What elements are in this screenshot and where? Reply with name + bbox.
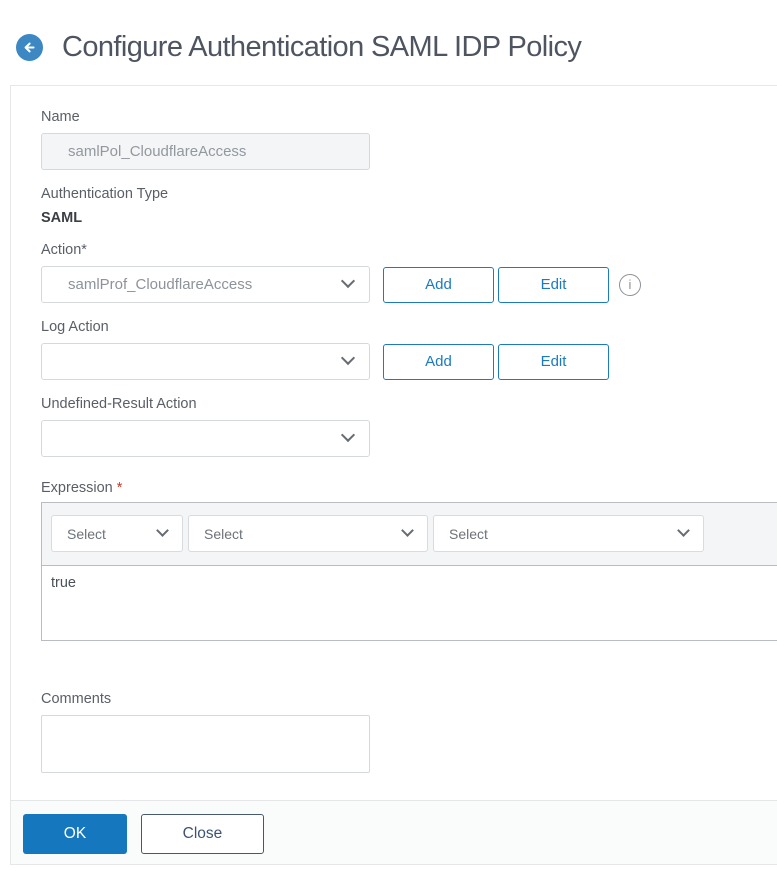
expression-select-1-value: Select: [67, 525, 106, 542]
comments-input[interactable]: [41, 715, 370, 773]
undefined-action-label: Undefined-Result Action: [41, 396, 197, 412]
expression-label: Expression *: [41, 480, 777, 496]
log-action-select[interactable]: [41, 343, 370, 380]
form-body: Name Authentication Type SAML Action* sa…: [11, 86, 777, 778]
auth-type-value: SAML: [41, 210, 83, 226]
info-icon[interactable]: i: [619, 273, 641, 296]
ok-button[interactable]: OK: [23, 814, 127, 854]
form-panel: Name Authentication Type SAML Action* sa…: [10, 85, 777, 865]
expression-select-3-value: Select: [449, 525, 488, 542]
expression-select-2-value: Select: [204, 525, 243, 542]
action-label: Action*: [41, 242, 87, 258]
expression-select-3[interactable]: Select: [433, 515, 704, 552]
page-header: Configure Authentication SAML IDP Policy: [0, 0, 777, 64]
chevron-down-icon: [340, 427, 356, 443]
chevron-down-icon: [340, 273, 356, 289]
required-asterisk: *: [116, 480, 123, 496]
expression-input[interactable]: true: [42, 565, 777, 640]
comments-label: Comments: [41, 691, 112, 707]
chevron-down-icon: [340, 350, 356, 366]
expression-select-1[interactable]: Select: [51, 515, 183, 552]
action-add-button[interactable]: Add: [383, 266, 494, 303]
name-input: [41, 133, 370, 170]
log-action-label: Log Action: [41, 319, 109, 335]
auth-type-label: Authentication Type: [41, 186, 169, 202]
expression-select-2[interactable]: Select: [188, 515, 428, 552]
action-edit-button[interactable]: Edit: [498, 266, 609, 303]
chevron-down-icon: [401, 524, 414, 537]
log-action-add-button[interactable]: Add: [383, 343, 494, 380]
chevron-down-icon: [156, 524, 169, 537]
expression-builder: Select Select Select true: [41, 502, 777, 641]
log-action-row: Add Edit: [41, 343, 777, 380]
form-footer: OK Close: [11, 800, 777, 864]
expression-label-text: Expression: [41, 480, 113, 496]
expression-builder-toolbar: Select Select Select: [42, 503, 777, 565]
page-title: Configure Authentication SAML IDP Policy: [62, 31, 582, 63]
action-select[interactable]: samlProf_CloudflareAccess: [41, 266, 370, 303]
log-action-edit-button[interactable]: Edit: [498, 343, 609, 380]
action-row: samlProf_CloudflareAccess Add Edit i: [41, 266, 777, 303]
action-select-value: samlProf_CloudflareAccess: [68, 276, 253, 293]
back-button[interactable]: [16, 34, 43, 61]
chevron-down-icon: [677, 524, 690, 537]
undefined-action-select[interactable]: [41, 420, 370, 457]
name-label: Name: [41, 109, 80, 125]
close-button[interactable]: Close: [141, 814, 264, 854]
back-arrow-icon: [24, 42, 35, 53]
